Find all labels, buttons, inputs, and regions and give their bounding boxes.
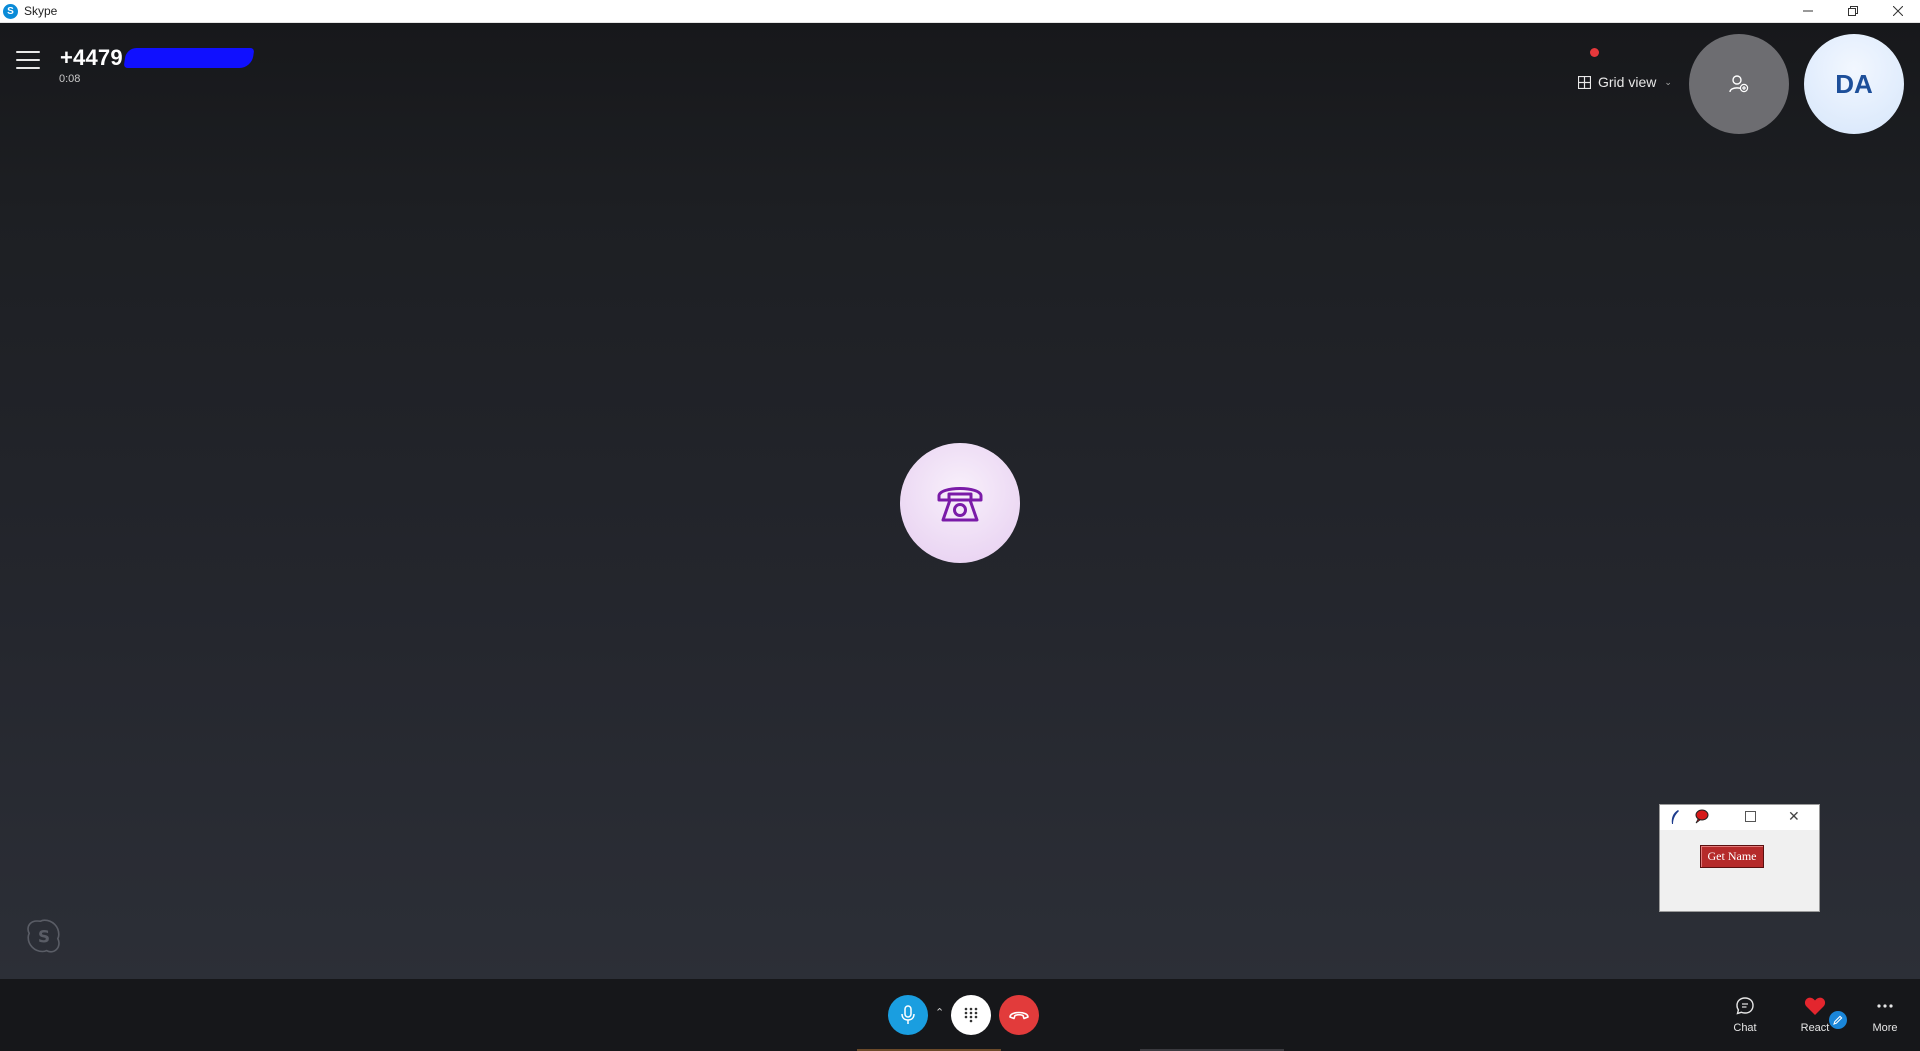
chat-button[interactable]: Chat xyxy=(1720,996,1770,1044)
close-icon xyxy=(1892,6,1903,16)
end-call-button[interactable] xyxy=(999,995,1039,1035)
more-button[interactable]: More xyxy=(1860,996,1910,1044)
dialpad-icon xyxy=(964,1007,978,1023)
menu-line xyxy=(16,67,40,69)
minimize-icon xyxy=(1802,10,1813,12)
add-participant-button[interactable] xyxy=(1689,34,1789,134)
restore-button[interactable] xyxy=(1830,0,1875,22)
self-avatar[interactable]: DA xyxy=(1804,34,1904,134)
mini-close-button[interactable]: ✕ xyxy=(1788,809,1800,823)
caller-number-visible: +4479 xyxy=(60,45,123,70)
menu-line xyxy=(16,59,40,61)
window-controls xyxy=(1785,0,1920,23)
react-label: React xyxy=(1800,1022,1830,1034)
chat-label: Chat xyxy=(1733,1022,1757,1034)
grid-view-label: Grid view xyxy=(1598,74,1657,90)
dialpad-button[interactable] xyxy=(951,995,991,1035)
close-button[interactable] xyxy=(1875,0,1920,22)
mini-window-titlebar: ✕ xyxy=(1660,805,1819,830)
svg-text:S: S xyxy=(38,928,50,948)
redaction-mark xyxy=(123,48,255,68)
call-timer: 0:08 xyxy=(59,73,81,85)
pencil-icon xyxy=(1833,1015,1843,1025)
caller-name: +4479 xyxy=(60,45,255,71)
more-icon xyxy=(1877,1004,1893,1008)
microphone-icon xyxy=(901,1005,915,1024)
skype-app-icon: S xyxy=(3,3,18,19)
recording-indicator xyxy=(1590,48,1599,57)
menu-line xyxy=(16,51,40,53)
mini-maximize-button[interactable] xyxy=(1745,811,1756,822)
get-name-button[interactable]: Get Name xyxy=(1700,845,1764,868)
grid-icon xyxy=(1578,75,1591,89)
minimize-button[interactable] xyxy=(1785,0,1830,22)
window-title: Skype xyxy=(24,4,58,18)
call-stage: +4479 0:08 Grid view ⌄ DA S ✕ Get Name xyxy=(0,23,1920,979)
feather-icon xyxy=(1671,810,1679,824)
more-label: More xyxy=(1872,1022,1898,1034)
skype-logo-icon: S xyxy=(27,919,60,953)
hang-up-icon xyxy=(1009,1011,1029,1020)
grid-view-toggle[interactable]: Grid view ⌄ xyxy=(1578,73,1672,91)
parrot-icon xyxy=(1695,809,1709,824)
hamburger-menu-button[interactable] xyxy=(16,51,40,69)
chevron-up-icon[interactable]: ⌃ xyxy=(935,1006,944,1019)
chevron-down-icon: ⌄ xyxy=(1664,76,1672,87)
edit-badge[interactable] xyxy=(1829,1011,1847,1029)
add-person-icon xyxy=(1729,75,1749,93)
microphone-button[interactable] xyxy=(888,995,928,1035)
telephone-icon xyxy=(937,487,983,522)
get-name-window: ✕ Get Name xyxy=(1659,804,1820,912)
restore-icon xyxy=(1847,6,1858,16)
caller-avatar xyxy=(900,443,1020,563)
chat-icon xyxy=(1736,997,1754,1015)
heart-icon xyxy=(1804,997,1826,1015)
window-titlebar: S Skype xyxy=(0,0,1920,23)
